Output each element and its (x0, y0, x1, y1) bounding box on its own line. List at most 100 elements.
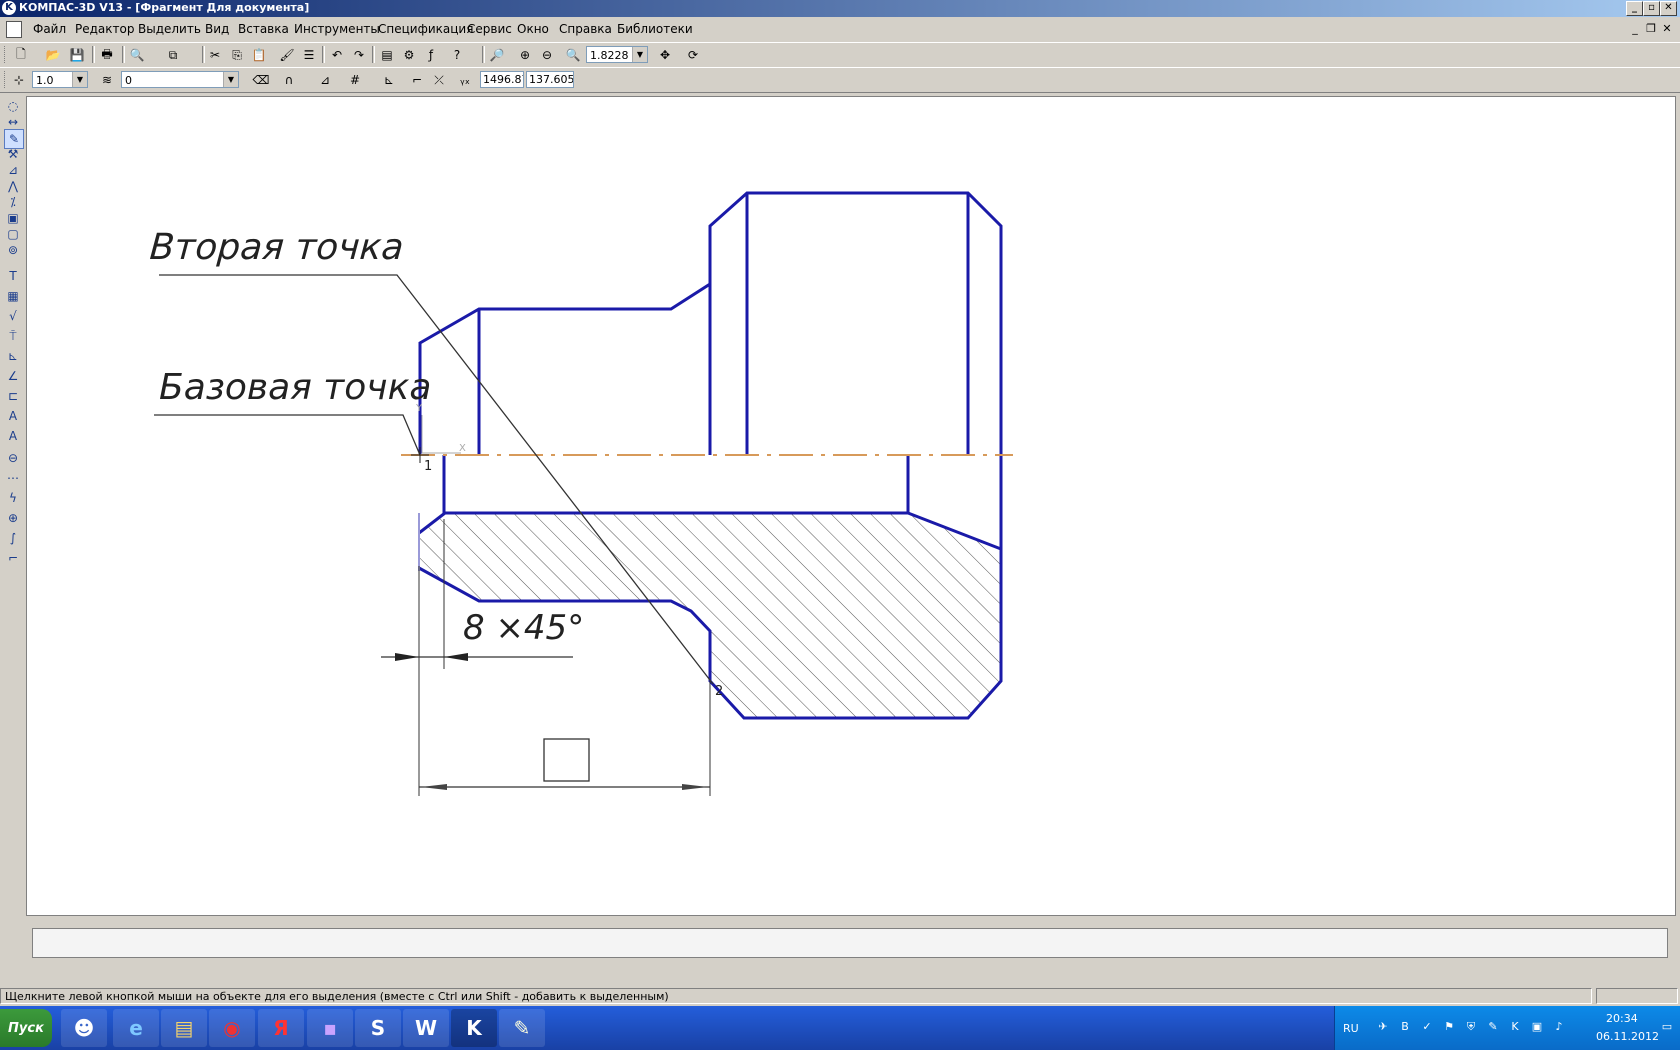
save-icon[interactable]: 💾 (68, 46, 86, 64)
axis-line-icon[interactable]: ⊖ (4, 449, 22, 467)
chevron-down-icon[interactable]: ▼ (223, 72, 238, 87)
grid-icon[interactable]: # (346, 71, 364, 89)
view-arrow-icon[interactable]: A (4, 427, 22, 445)
chamfer-dimension-text[interactable]: 8 ×45° (463, 608, 584, 648)
variables-icon[interactable]: ⚙ (400, 46, 418, 64)
manager-icon[interactable]: ⧉ (164, 46, 182, 64)
coord-y-field[interactable]: 137.6056 (526, 71, 574, 88)
pan-icon[interactable]: ✥ (656, 46, 674, 64)
cursor-coord-icon[interactable]: ᵧₓ (456, 71, 474, 89)
menu-select[interactable]: Выделить (138, 22, 201, 36)
ortho-icon[interactable]: ⊿ (316, 71, 334, 89)
toolbar-grip[interactable] (4, 71, 8, 88)
redo-icon[interactable]: ↷ (350, 46, 368, 64)
doc-restore-icon[interactable]: ❐ (1645, 22, 1657, 35)
layer-combo[interactable]: 0 ▼ (121, 71, 239, 88)
menu-help[interactable]: Справка (559, 22, 612, 36)
kompas-task-icon[interactable]: K (451, 1009, 497, 1047)
tray-network-icon[interactable]: ▣ (1530, 1020, 1544, 1034)
document-icon[interactable] (6, 21, 22, 38)
language-indicator[interactable]: RU (1343, 1022, 1359, 1035)
round-icon[interactable]: ⌐ (408, 71, 426, 89)
zoom-combo[interactable]: 1.8228 ▼ (586, 46, 648, 63)
base-icon[interactable]: ⍑ (4, 327, 22, 345)
show-desktop-icon[interactable]: ▭ (1660, 1020, 1674, 1034)
menu-window[interactable]: Окно (517, 22, 549, 36)
menu-tools[interactable]: Инструменты (294, 22, 380, 36)
text-icon[interactable]: T (4, 267, 22, 285)
chevron-down-icon[interactable]: ▼ (72, 72, 87, 87)
drawing-canvas[interactable]: Вторая точка Базовая точка 8 ×45° 1 2 Y … (26, 96, 1676, 916)
maximize-button[interactable]: ▫ (1643, 1, 1660, 16)
drawing-svg[interactable]: Вторая точка Базовая точка 8 ×45° 1 2 Y … (27, 97, 1677, 917)
layers-icon[interactable]: ≋ (98, 71, 116, 89)
minimize-button[interactable]: _ (1626, 1, 1643, 16)
doc-minimize-icon[interactable]: _ (1629, 22, 1641, 35)
zoom-in-icon[interactable]: ⊕ (516, 46, 534, 64)
menu-service[interactable]: Сервис (467, 22, 512, 36)
explorer-folder-icon[interactable]: ▤ (161, 1009, 207, 1047)
step-combo[interactable]: 1.0 ▼ (32, 71, 88, 88)
menu-view[interactable]: Вид (205, 22, 229, 36)
menu-editor[interactable]: Редактор (75, 22, 134, 36)
snap-magnet-icon[interactable]: ∩ (280, 71, 298, 89)
grid-step-icon[interactable]: ⊹ (10, 71, 28, 89)
local-cs-icon[interactable]: ⊾ (380, 71, 398, 89)
menu-specification[interactable]: Спецификация (378, 22, 473, 36)
menu-libraries[interactable]: Библиотеки (617, 22, 693, 36)
label-base-point[interactable]: Базовая точка (159, 367, 431, 408)
preview-icon[interactable]: 🔍 (128, 46, 146, 64)
menu-insert[interactable]: Вставка (238, 22, 289, 36)
roughness-icon[interactable]: √ (4, 307, 22, 325)
cut-icon[interactable]: ✂ (206, 46, 224, 64)
skype-icon[interactable]: S (355, 1009, 401, 1047)
coord-x-field[interactable]: 1496.875 (480, 71, 524, 88)
chrome-icon[interactable]: ◉ (209, 1009, 255, 1047)
refresh-icon[interactable]: ⟳ (684, 46, 702, 64)
table-icon[interactable]: ▦ (4, 287, 22, 305)
tray-tool-icon[interactable]: ✎ (1486, 1020, 1500, 1034)
tray-volume-icon[interactable]: ♪ (1552, 1020, 1566, 1034)
center-mark-icon[interactable]: ⋯ (4, 469, 22, 487)
paint-icon[interactable]: ✎ (499, 1009, 545, 1047)
tray-check-icon[interactable]: ✓ (1420, 1020, 1434, 1034)
doc-close-icon[interactable]: ✕ (1661, 22, 1673, 35)
properties-icon[interactable]: ☰ (300, 46, 318, 64)
function-icon[interactable]: ƒ (422, 46, 440, 64)
menu-file[interactable]: Файл (33, 22, 66, 36)
start-button[interactable]: Пуск (0, 1009, 52, 1047)
open-icon[interactable]: 📂 (44, 46, 62, 64)
tolerance-icon[interactable]: ⊏ (4, 387, 22, 405)
parameters-field[interactable] (32, 928, 1668, 958)
tray-shield-icon[interactable]: ⛨ (1464, 1020, 1478, 1034)
new-document-icon[interactable]: 🗋 (12, 46, 30, 64)
clock-time[interactable]: 20:34 (1606, 1012, 1638, 1025)
center-icon[interactable]: ⊕ (4, 509, 22, 527)
undo-icon[interactable]: ↶ (328, 46, 346, 64)
copy-icon[interactable]: ⎘ (228, 46, 246, 64)
cut-line-icon[interactable]: A (4, 407, 22, 425)
dimension-value-box[interactable] (543, 738, 590, 782)
contour-bore[interactable] (442, 455, 910, 515)
label-second-point[interactable]: Вторая точка (148, 227, 405, 268)
pidgin-icon[interactable]: ☻ (61, 1009, 107, 1047)
manager-docs-icon[interactable]: ▤ (378, 46, 396, 64)
zoom-frame-icon[interactable]: 🔎 (488, 46, 506, 64)
word-icon[interactable]: W (403, 1009, 449, 1047)
tray-vk-icon[interactable]: B (1398, 1020, 1412, 1034)
print-icon[interactable]: 🖶 (98, 46, 116, 64)
save-disk-icon[interactable]: ▪ (307, 1009, 353, 1047)
lightning-icon[interactable]: ϟ (4, 489, 22, 507)
leader-base-point[interactable] (154, 414, 421, 456)
leader-icon[interactable]: ⊾ (4, 347, 22, 365)
break-line-icon[interactable]: ⌐ (4, 549, 22, 567)
tray-antivirus-icon[interactable]: K (1508, 1020, 1522, 1034)
zoom-out-icon[interactable]: ⊖ (538, 46, 556, 64)
chevron-down-icon[interactable]: ▼ (632, 47, 647, 62)
close-button[interactable]: ✕ (1660, 1, 1677, 16)
eraser-icon[interactable]: ⌫ (252, 71, 270, 89)
toolbar-grip[interactable] (4, 46, 8, 63)
internet-explorer-icon[interactable]: e (113, 1009, 159, 1047)
paste-icon[interactable]: 📋 (250, 46, 268, 64)
leader-second-point[interactable] (159, 274, 714, 685)
